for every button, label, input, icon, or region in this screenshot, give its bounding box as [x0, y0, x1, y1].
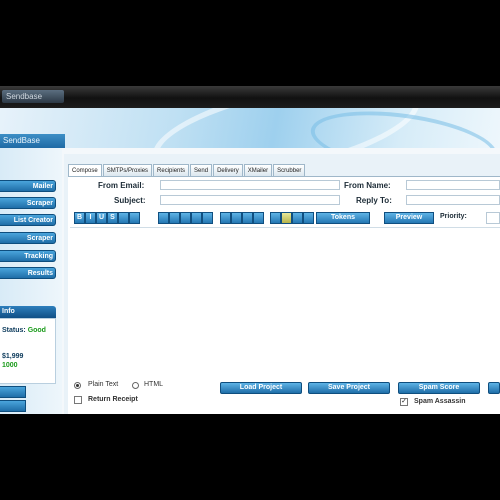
status-value: Good: [27, 327, 46, 334]
tab-strip: Compose SMTPs/Proxies Recipients Send De…: [68, 164, 306, 176]
format-toolbar-3: [220, 212, 264, 224]
reply-to-label: Reply To:: [356, 196, 392, 205]
format-toolbar-4: Tokens: [270, 212, 370, 224]
sidebar-mini-button-1[interactable]: [0, 386, 26, 398]
indent-icon[interactable]: [220, 212, 231, 224]
color-icon[interactable]: [253, 212, 264, 224]
align-right-icon[interactable]: [180, 212, 191, 224]
spam-score-button[interactable]: Spam Score: [398, 382, 480, 394]
link-icon[interactable]: [242, 212, 253, 224]
outdent-icon[interactable]: [231, 212, 242, 224]
tab-compose[interactable]: Compose: [68, 164, 102, 176]
align-center-icon[interactable]: [169, 212, 180, 224]
message-editor[interactable]: [70, 227, 500, 373]
tab-recipients[interactable]: Recipients: [153, 164, 190, 176]
return-receipt-checkbox[interactable]: [74, 396, 82, 404]
info-panel-title: Info: [0, 306, 56, 318]
sidebar-mini-button-2[interactable]: [0, 400, 26, 412]
reply-to-field[interactable]: [406, 195, 500, 205]
header-banner: SendBase: [0, 108, 500, 148]
main-content: Compose SMTPs/Proxies Recipients Send De…: [64, 154, 500, 414]
sidebar-item-list-creator[interactable]: List Creator: [0, 214, 56, 226]
extra-action-button[interactable]: [488, 382, 500, 394]
spam-assassin-label: Spam Assassin: [414, 398, 466, 405]
subject-label: Subject:: [114, 196, 146, 205]
credits-value: 1000: [2, 362, 18, 369]
preview-button[interactable]: Preview: [384, 212, 434, 224]
from-name-field[interactable]: [406, 180, 500, 190]
app-window: Sendbase SendBase Mailer Scraper List Cr…: [0, 86, 500, 414]
html-label: HTML: [144, 381, 164, 388]
format-toolbar-2: [158, 212, 213, 224]
sidebar-item-mailer[interactable]: Mailer: [0, 180, 56, 192]
load-project-button[interactable]: Load Project: [220, 382, 302, 394]
video-frame: Sendbase SendBase Mailer Scraper List Cr…: [0, 0, 500, 500]
compose-form: From Email: From Name: Subject: Reply To…: [68, 176, 500, 414]
bottom-bar: Plain Text HTML Return Receipt Load Proj…: [68, 377, 500, 414]
format-button[interactable]: [129, 212, 140, 224]
plain-text-label: Plain Text: [88, 381, 119, 388]
status-label: Status:: [2, 327, 26, 334]
priority-label: Priority:: [440, 213, 467, 220]
from-email-field[interactable]: [160, 180, 340, 190]
from-name-label: From Name:: [344, 181, 391, 190]
sidebar-item-tracking[interactable]: Tracking: [0, 250, 56, 262]
list-icon[interactable]: [202, 212, 213, 224]
strike-button[interactable]: S: [107, 212, 118, 224]
sidebar-item-results[interactable]: Results: [0, 267, 56, 279]
priority-select[interactable]: [486, 212, 500, 224]
return-receipt-label: Return Receipt: [88, 396, 138, 403]
format-button[interactable]: [118, 212, 129, 224]
source-icon[interactable]: [303, 212, 314, 224]
tab-delivery[interactable]: Delivery: [213, 164, 243, 176]
image-icon[interactable]: [270, 212, 281, 224]
bold-button[interactable]: B: [74, 212, 85, 224]
italic-button[interactable]: I: [85, 212, 96, 224]
sidebar: Mailer Scraper List Creator Scraper Trac…: [0, 148, 62, 414]
tab-xmailer[interactable]: XMailer: [243, 164, 273, 176]
window-title: Sendbase: [2, 90, 64, 103]
format-toolbar-1: B I U S: [74, 212, 140, 224]
sidebar-item-scraper-2[interactable]: Scraper: [0, 232, 56, 244]
status-line: Status: Good: [2, 327, 46, 334]
credits-label: $1,999: [2, 353, 24, 360]
sidebar-item-scraper[interactable]: Scraper: [0, 197, 56, 209]
tokens-button[interactable]: Tokens: [316, 212, 370, 224]
underline-button[interactable]: U: [96, 212, 107, 224]
subject-field[interactable]: [160, 195, 340, 205]
banner-swoosh-graphic-2: [306, 108, 500, 148]
info-panel: Status: Good $1,999 1000: [0, 318, 56, 384]
html-radio[interactable]: [132, 382, 139, 389]
from-email-label: From Email:: [98, 181, 145, 190]
tab-send[interactable]: Send: [190, 164, 213, 176]
tab-smtps-proxies[interactable]: SMTPs/Proxies: [102, 164, 153, 176]
save-project-button[interactable]: Save Project: [308, 382, 390, 394]
title-bar: Sendbase: [0, 86, 500, 108]
table-icon[interactable]: [292, 212, 303, 224]
brand-label: SendBase: [0, 134, 65, 148]
spam-assassin-checkbox[interactable]: ✓: [400, 398, 408, 406]
tab-scrubber[interactable]: Scrubber: [273, 164, 306, 176]
align-left-icon[interactable]: [158, 212, 169, 224]
highlight-icon[interactable]: [281, 212, 292, 224]
justify-icon[interactable]: [191, 212, 202, 224]
plain-text-radio[interactable]: [74, 382, 81, 389]
